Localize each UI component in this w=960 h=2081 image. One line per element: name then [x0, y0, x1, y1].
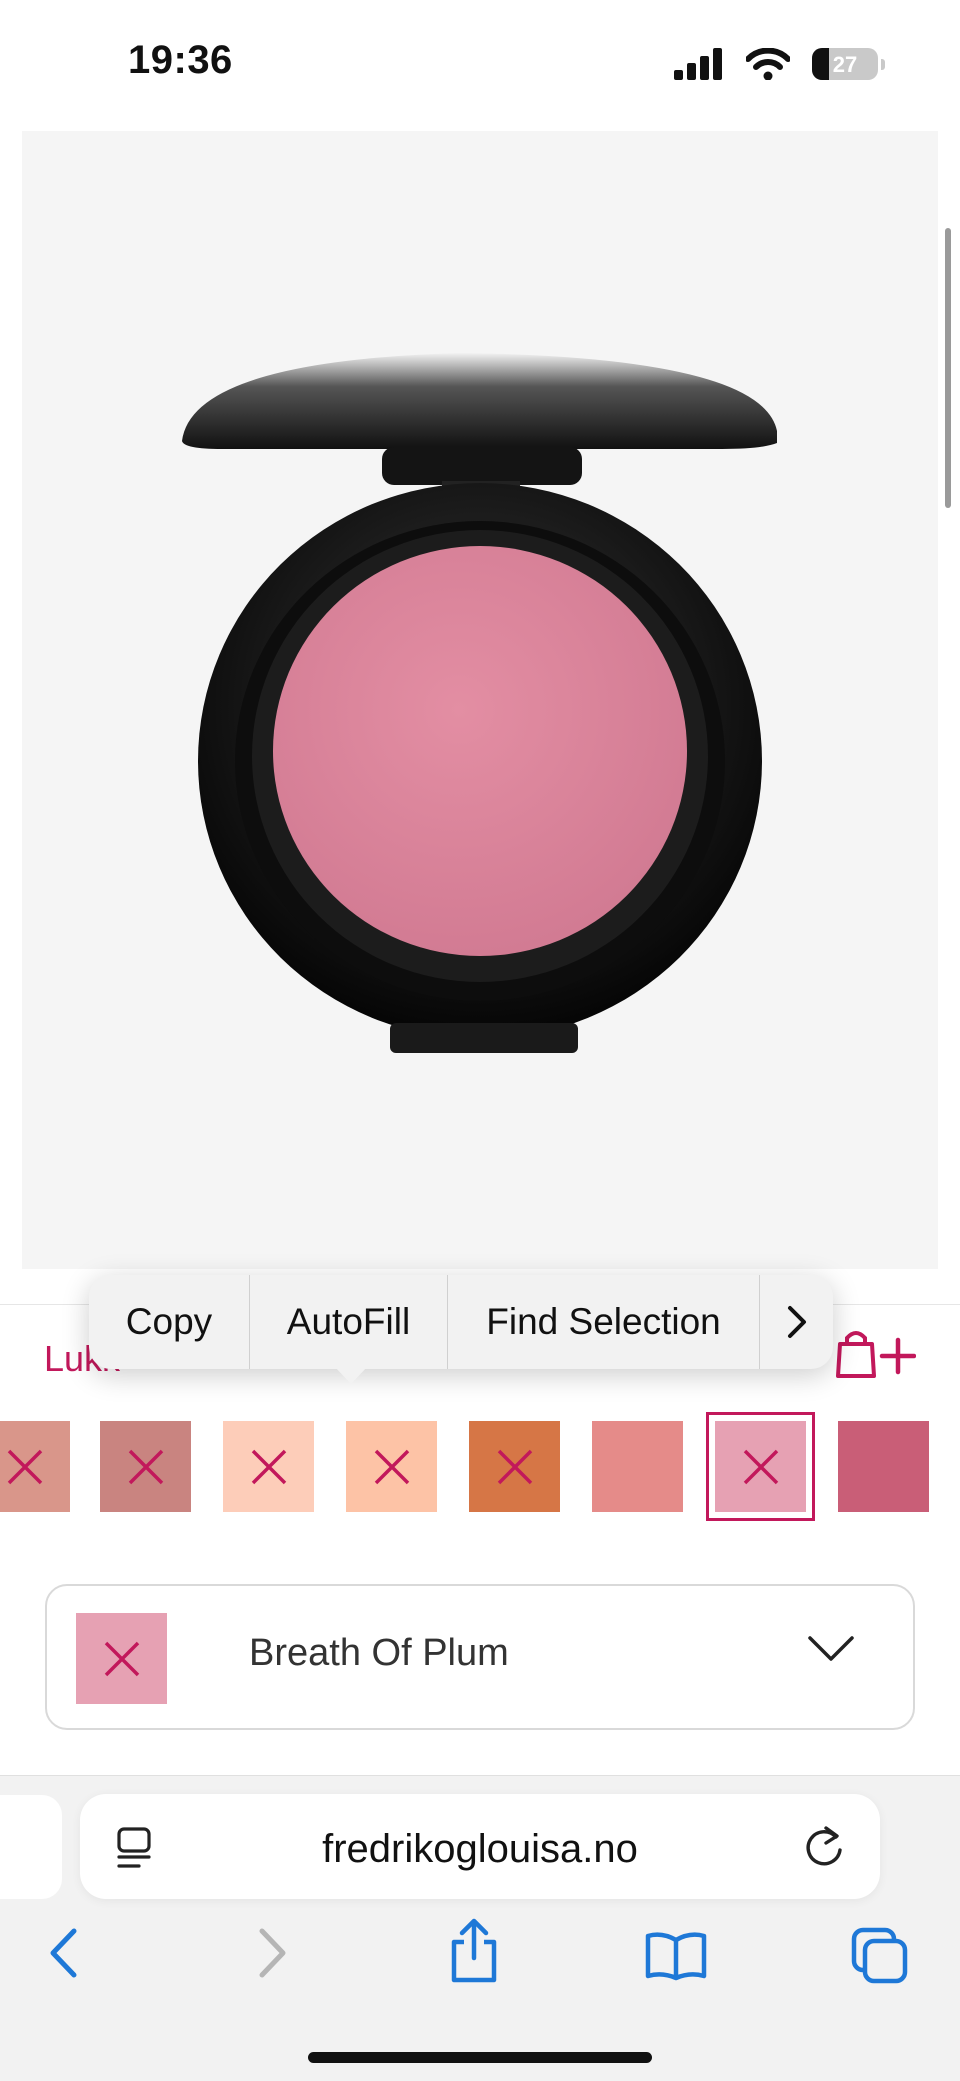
- swatch-5[interactable]: [469, 1421, 560, 1512]
- status-bar: 19:36 27: [0, 0, 960, 130]
- swatch-1[interactable]: [0, 1421, 70, 1512]
- shade-select[interactable]: Breath Of Plum: [45, 1584, 915, 1730]
- back-icon[interactable]: [46, 1925, 80, 1981]
- more-menu-item[interactable]: [760, 1275, 833, 1369]
- tabs-icon[interactable]: [850, 1926, 910, 1986]
- selected-shade-name: Breath Of Plum: [249, 1632, 509, 1674]
- page-scrollbar[interactable]: [945, 228, 951, 508]
- selected-shade-swatch: [76, 1613, 167, 1704]
- unavailable-x-icon: [743, 1449, 778, 1484]
- unavailable-x-icon: [374, 1449, 409, 1484]
- unavailable-x-icon: [104, 1641, 139, 1676]
- home-indicator[interactable]: [308, 2052, 652, 2063]
- wifi-icon: [746, 48, 790, 80]
- copy-menu-item[interactable]: Copy: [89, 1275, 250, 1369]
- find-selection-menu-item[interactable]: Find Selection: [448, 1275, 760, 1369]
- forward-icon[interactable]: [256, 1925, 290, 1981]
- battery-icon: 27: [812, 48, 885, 80]
- blush-compact-illustration: [182, 353, 777, 1053]
- chevron-right-icon: [787, 1306, 806, 1338]
- previous-tab-card[interactable]: [0, 1795, 62, 1899]
- address-bar[interactable]: fredrikoglouisa.no: [80, 1794, 880, 1899]
- unavailable-x-icon: [497, 1449, 532, 1484]
- swatch-8[interactable]: [838, 1421, 929, 1512]
- unavailable-x-icon: [251, 1449, 286, 1484]
- battery-level: 27: [832, 52, 858, 77]
- swatch-2[interactable]: [100, 1421, 191, 1512]
- swatch-4[interactable]: [346, 1421, 437, 1512]
- bookmarks-icon[interactable]: [644, 1932, 708, 1982]
- unavailable-x-icon: [7, 1449, 42, 1484]
- cellular-signal-icon: [674, 48, 722, 80]
- text-context-menu: Copy AutoFill Find Selection: [89, 1275, 833, 1369]
- share-icon[interactable]: [448, 1918, 500, 1984]
- swatch-6[interactable]: [592, 1421, 683, 1512]
- autofill-menu-item[interactable]: AutoFill: [250, 1275, 448, 1369]
- swatch-7-selected[interactable]: [706, 1412, 815, 1521]
- add-to-bag-icon[interactable]: [830, 1326, 916, 1380]
- unavailable-x-icon: [128, 1449, 163, 1484]
- chevron-down-icon: [808, 1636, 854, 1661]
- product-image: [22, 131, 938, 1269]
- status-time: 19:36: [128, 38, 233, 82]
- reload-icon[interactable]: [802, 1824, 846, 1870]
- swatch-3[interactable]: [223, 1421, 314, 1512]
- context-menu-pointer: [334, 1366, 368, 1384]
- status-icons: 27: [674, 44, 885, 84]
- url-text: fredrikoglouisa.no: [322, 1827, 638, 1871]
